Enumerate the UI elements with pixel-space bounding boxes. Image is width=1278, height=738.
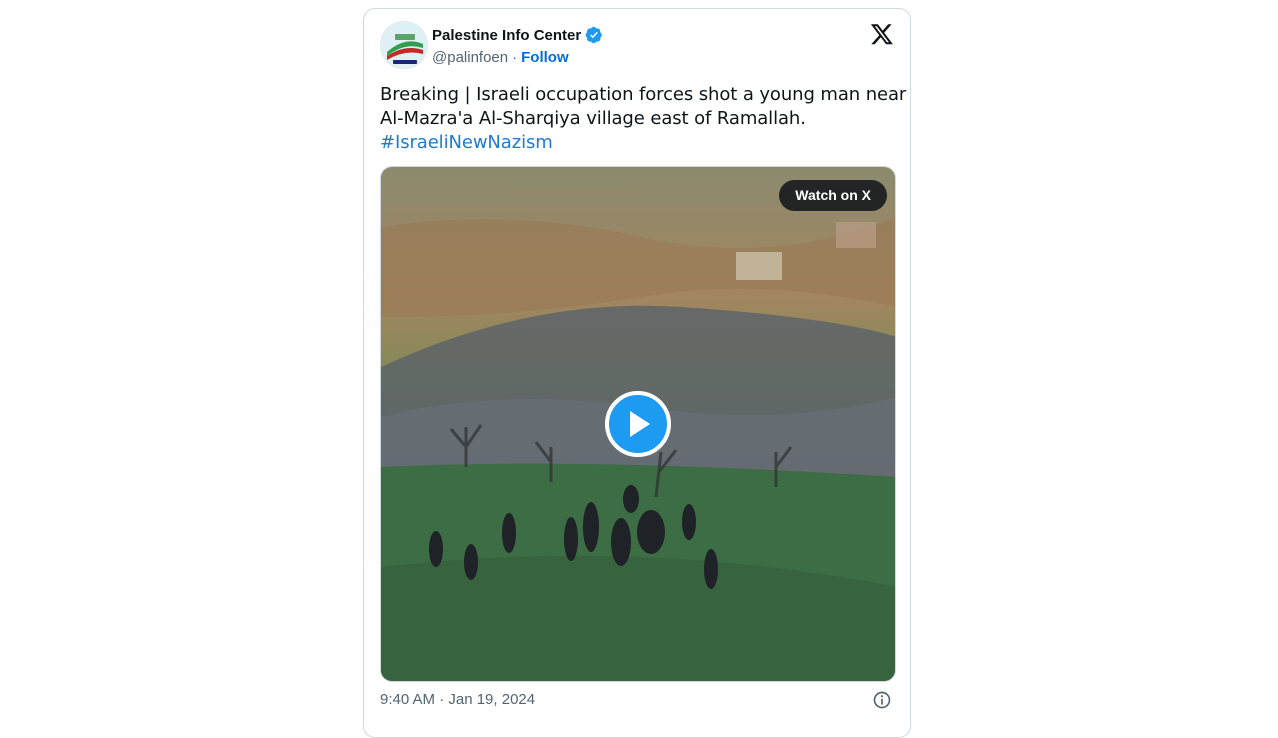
author-handle[interactable]: @palinfoen	[432, 49, 508, 66]
follow-button[interactable]: Follow	[521, 49, 569, 66]
tweet-text: Breaking | Israeli occupation forces sho…	[380, 83, 907, 155]
verified-badge-icon	[585, 26, 602, 44]
tweet-timestamp[interactable]: 9:40 AM · Jan 19, 2024	[380, 691, 535, 708]
watch-on-x-button[interactable]: Watch on X	[779, 180, 887, 211]
video-media[interactable]: Watch on X	[380, 166, 896, 682]
play-icon	[630, 411, 650, 437]
embedded-tweet-card: Palestine Info Center @palinfoen · Follo…	[363, 8, 911, 738]
play-button[interactable]	[605, 391, 671, 457]
avatar-logo-icon	[381, 22, 427, 68]
x-logo-icon[interactable]	[870, 22, 894, 46]
tweet-text-line: Breaking | Israeli occupation forces sho…	[380, 84, 907, 105]
author-avatar[interactable]	[380, 21, 428, 69]
info-icon[interactable]	[872, 690, 892, 710]
hashtag-link[interactable]: #IsraeliNewNazism	[380, 131, 900, 155]
handle-separator: ·	[512, 49, 518, 66]
tweet-text-line: Al-Mazra'a Al-Sharqiya village east of R…	[380, 108, 806, 129]
author-name[interactable]: Palestine Info Center	[432, 27, 581, 44]
